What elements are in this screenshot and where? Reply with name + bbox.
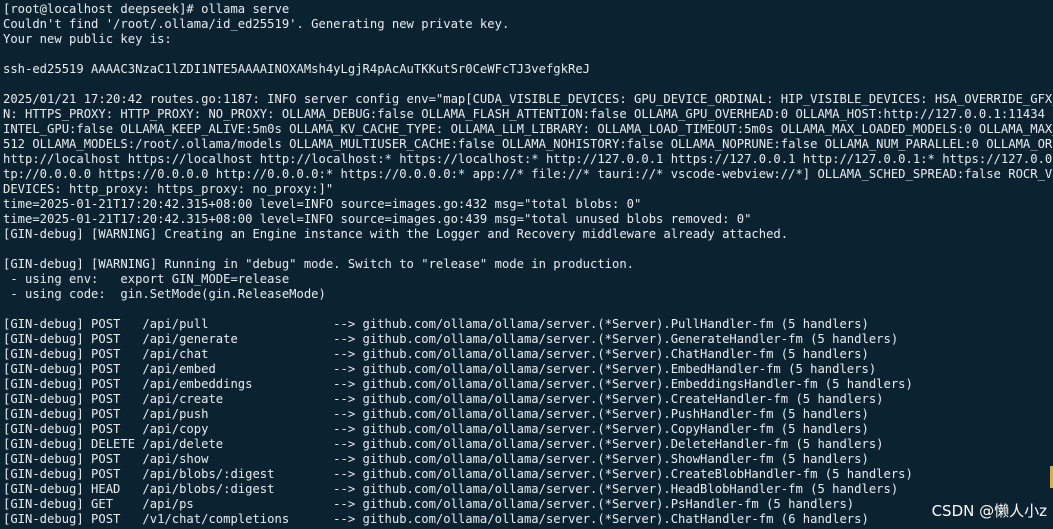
terminal-line: ssh-ed25519 AAAAC3NzaC1lZDI1NTE5AAAAINOX… xyxy=(3,62,590,76)
terminal-line: - using code: gin.SetMode(gin.ReleaseMod… xyxy=(3,287,326,301)
terminal-line: INTEL_GPU:false OLLAMA_KEEP_ALIVE:5m0s O… xyxy=(3,122,1053,136)
csdn-watermark: CSDN @懒人小z xyxy=(931,502,1047,520)
terminal-line: [GIN-debug] POST /api/embed --> github.c… xyxy=(3,362,877,376)
terminal-line: [GIN-debug] GET /api/ps --> github.com/o… xyxy=(3,497,855,511)
terminal-line: DEVICES: http_proxy: https_proxy: no_pro… xyxy=(3,182,334,196)
terminal-line: [GIN-debug] HEAD /api/blobs/:digest --> … xyxy=(3,482,899,496)
terminal-line: 512 OLLAMA_MODELS:/root/.ollama/models O… xyxy=(3,137,1053,151)
terminal-line: [root@localhost deepseek]# ollama serve xyxy=(3,2,290,16)
terminal-line: [GIN-debug] [WARNING] Creating an Engine… xyxy=(3,227,789,241)
terminal-line: Your new public key is: xyxy=(3,32,172,46)
terminal-line: time=2025-01-21T17:20:42.315+08:00 level… xyxy=(3,197,642,211)
terminal-line: [GIN-debug] POST /api/pull --> github.co… xyxy=(3,317,869,331)
terminal-line: [GIN-debug] [WARNING] Running in "debug"… xyxy=(3,257,635,271)
terminal-line: http://localhost https://localhost http:… xyxy=(3,152,1053,166)
terminal-line: [GIN-debug] POST /v1/chat/completions --… xyxy=(3,512,869,526)
terminal-line: - using env: export GIN_MODE=release xyxy=(3,272,290,286)
terminal-line: [GIN-debug] POST /api/show --> github.co… xyxy=(3,452,869,466)
terminal-line: tp://0.0.0.0 https://0.0.0.0 http://0.0.… xyxy=(3,167,1053,181)
terminal-line: [GIN-debug] POST /api/create --> github.… xyxy=(3,392,884,406)
terminal-output: [root@localhost deepseek]# ollama serve … xyxy=(3,2,1053,527)
terminal-line: [GIN-debug] POST /api/blobs/:digest --> … xyxy=(3,467,913,481)
terminal-line: N: HTTPS_PROXY: HTTP_PROXY: NO_PROXY: OL… xyxy=(3,107,1053,121)
terminal-line: [GIN-debug] POST /api/generate --> githu… xyxy=(3,332,899,346)
terminal-line: [GIN-debug] POST /api/chat --> github.co… xyxy=(3,347,869,361)
terminal-line: time=2025-01-21T17:20:42.315+08:00 level… xyxy=(3,212,752,226)
terminal-line: 2025/01/21 17:20:42 routes.go:1187: INFO… xyxy=(3,92,1053,106)
terminal-line: [GIN-debug] POST /api/embeddings --> git… xyxy=(3,377,913,391)
terminal-line: [GIN-debug] POST /api/copy --> github.co… xyxy=(3,422,869,436)
terminal-line: [GIN-debug] DELETE /api/delete --> githu… xyxy=(3,437,884,451)
terminal-window[interactable]: [root@localhost deepseek]# ollama serve … xyxy=(0,0,1053,529)
terminal-line: Couldn't find '/root/.ollama/id_ed25519'… xyxy=(3,17,510,31)
terminal-line: [GIN-debug] POST /api/push --> github.co… xyxy=(3,407,869,421)
